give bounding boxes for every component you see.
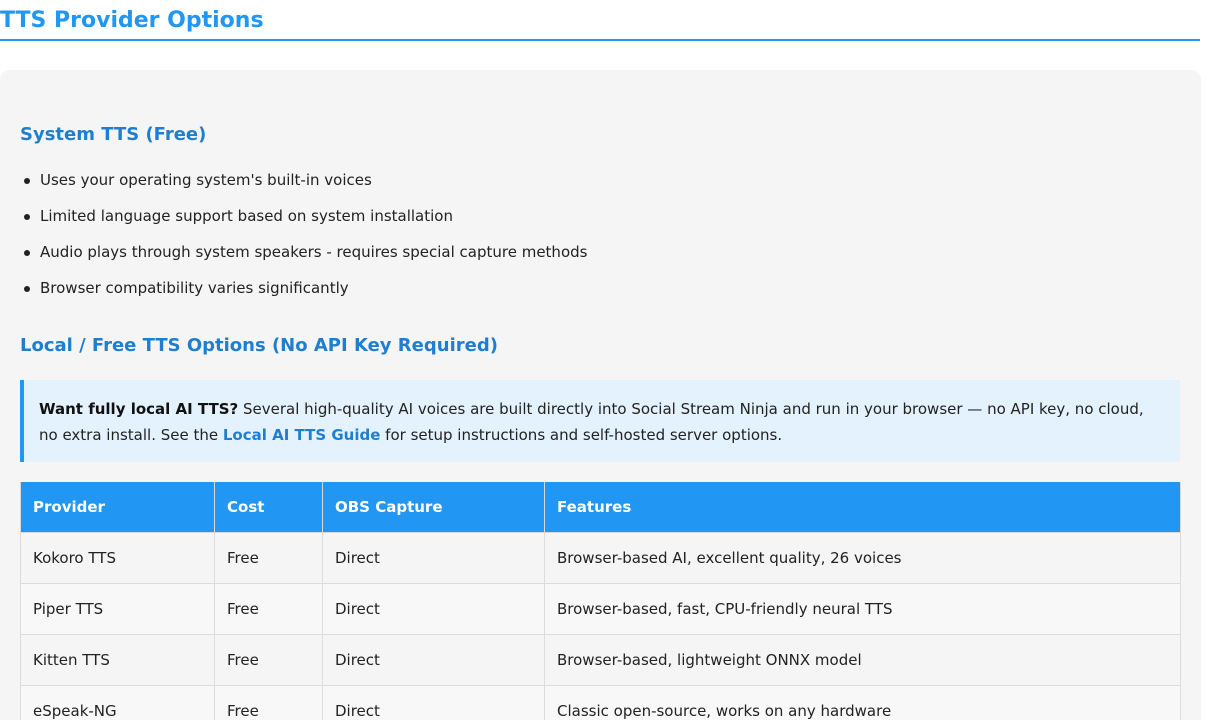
- header-obs-capture: OBS Capture: [322, 482, 545, 533]
- header-cost: Cost: [214, 482, 323, 533]
- cell-cost: Free: [214, 685, 323, 720]
- providers-table: Provider Cost OBS Capture Features Kokor…: [20, 482, 1181, 720]
- local-ai-tts-guide-link[interactable]: Local AI TTS Guide: [223, 426, 381, 444]
- cell-obs-capture: Direct: [322, 532, 545, 584]
- cell-obs-capture: Direct: [322, 685, 545, 720]
- local-tts-heading: Local / Free TTS Options (No API Key Req…: [20, 335, 498, 356]
- table-row: Kokoro TTS Free Direct Browser-based AI,…: [20, 532, 1181, 584]
- cell-provider: Kokoro TTS: [20, 532, 215, 584]
- table-header-row: Provider Cost OBS Capture Features: [20, 482, 1181, 533]
- page-title: TTS Provider Options: [0, 0, 1200, 41]
- header-features: Features: [544, 482, 1181, 533]
- table-row: eSpeak-NG Free Direct Classic open-sourc…: [20, 685, 1181, 720]
- list-item: Uses your operating system's built-in vo…: [23, 170, 587, 206]
- cell-provider: eSpeak-NG: [20, 685, 215, 720]
- cell-features: Browser-based, lightweight ONNX model: [544, 634, 1181, 686]
- local-ai-callout: Want fully local AI TTS? Several high-qu…: [20, 380, 1180, 462]
- table-row: Piper TTS Free Direct Browser-based, fas…: [20, 583, 1181, 635]
- header-provider: Provider: [20, 482, 215, 533]
- cell-obs-capture: Direct: [322, 583, 545, 635]
- list-item: Limited language support based on system…: [23, 206, 587, 242]
- cell-provider: Piper TTS: [20, 583, 215, 635]
- cell-obs-capture: Direct: [322, 634, 545, 686]
- cell-cost: Free: [214, 583, 323, 635]
- list-item: Browser compatibility varies significant…: [23, 278, 587, 314]
- callout-strong: Want fully local AI TTS?: [39, 400, 239, 418]
- cell-features: Browser-based, fast, CPU-friendly neural…: [544, 583, 1181, 635]
- cell-cost: Free: [214, 634, 323, 686]
- page: TTS Provider Options System TTS (Free) U…: [0, 0, 1220, 720]
- list-item: Audio plays through system speakers - re…: [23, 242, 587, 278]
- content-card: System TTS (Free) Uses your operating sy…: [0, 70, 1201, 720]
- cell-features: Browser-based AI, excellent quality, 26 …: [544, 532, 1181, 584]
- cell-provider: Kitten TTS: [20, 634, 215, 686]
- callout-text-after: for setup instructions and self-hosted s…: [380, 426, 783, 444]
- cell-features: Classic open-source, works on any hardwa…: [544, 685, 1181, 720]
- system-tts-heading: System TTS (Free): [20, 124, 207, 145]
- cell-cost: Free: [214, 532, 323, 584]
- system-tts-list: Uses your operating system's built-in vo…: [20, 170, 587, 314]
- table-row: Kitten TTS Free Direct Browser-based, li…: [20, 634, 1181, 686]
